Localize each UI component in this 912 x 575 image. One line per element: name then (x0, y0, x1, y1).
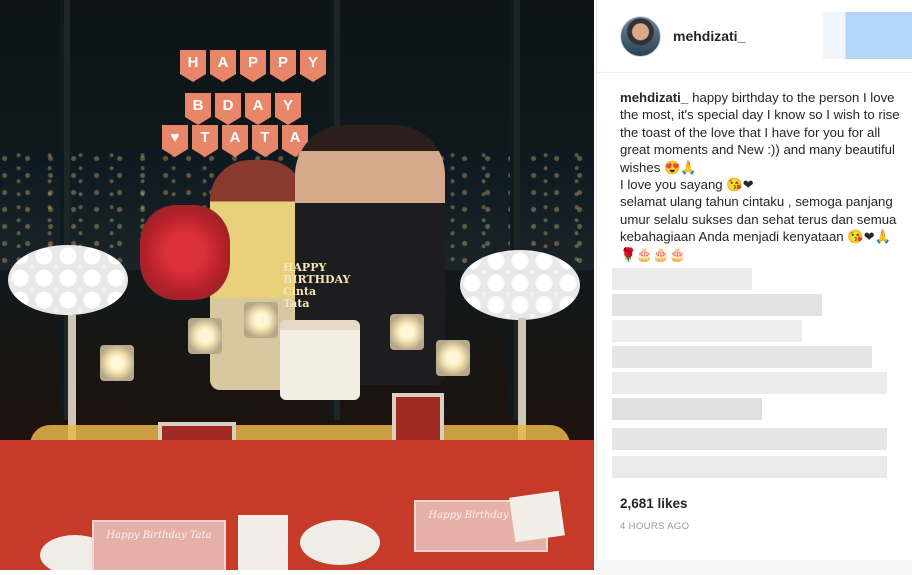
candle-holder (244, 302, 278, 338)
post-side-panel: mehdizati_ mehdizati_ happy birthday to t… (596, 0, 912, 575)
caption-line: selamat ulang tahun cintaku , semoga pan… (620, 194, 897, 262)
place-card-text: Happy Birthday Tata (106, 530, 212, 541)
place-card: Happy Birthday Tata (92, 520, 226, 570)
bday-banner: B D A Y (185, 93, 301, 125)
rose-bouquet (140, 205, 230, 300)
banner-flag: B (185, 93, 211, 125)
cake-topper: HAPPY BIRTHDAY Cinta Tata (283, 261, 351, 310)
birthday-cake (280, 320, 360, 400)
candle-holder (436, 340, 470, 376)
banner-flag: Y (300, 50, 326, 82)
banner-flag: P (270, 50, 296, 82)
candle-holder (100, 345, 134, 381)
post-photo[interactable]: H A P P Y B D A Y ♥ T A T A HAPPY BIRTHD… (0, 0, 594, 570)
banner-flag: A (210, 50, 236, 82)
caption-username-link[interactable]: mehdizati_ (620, 90, 688, 105)
post-caption: mehdizati_ happy birthday to the person I… (620, 89, 900, 263)
blurred-comments (612, 268, 897, 496)
post-timestamp[interactable]: 4 HOURS AGO (620, 521, 689, 532)
napkin (238, 515, 288, 570)
banner-flag: A (222, 125, 248, 157)
tata-banner: ♥ T A T A (162, 125, 308, 157)
banner-heart-flag: ♥ (162, 125, 188, 157)
username-link[interactable]: mehdizati_ (673, 28, 745, 44)
banner-flag: P (240, 50, 266, 82)
banner-flag: T (192, 125, 218, 157)
post-header: mehdizati_ (597, 0, 912, 73)
banner-flag: D (215, 93, 241, 125)
white-flower-arrangement (460, 250, 580, 320)
avatar[interactable] (620, 16, 661, 57)
banner-flag: H (180, 50, 206, 82)
white-flower-arrangement (8, 245, 128, 315)
blurred-region (596, 560, 912, 575)
plate (300, 520, 380, 565)
banner-flag: A (245, 93, 271, 125)
likes-count[interactable]: 2,681 likes (620, 496, 688, 511)
caption-line: I love you sayang 😘❤ (620, 177, 754, 193)
happy-banner: H A P P Y (180, 50, 326, 82)
candle-holder (390, 314, 424, 350)
napkin (509, 490, 565, 543)
candle-holder (188, 318, 222, 354)
banner-flag: Y (275, 93, 301, 125)
banner-flag: T (252, 125, 278, 157)
blurred-region (823, 12, 912, 59)
